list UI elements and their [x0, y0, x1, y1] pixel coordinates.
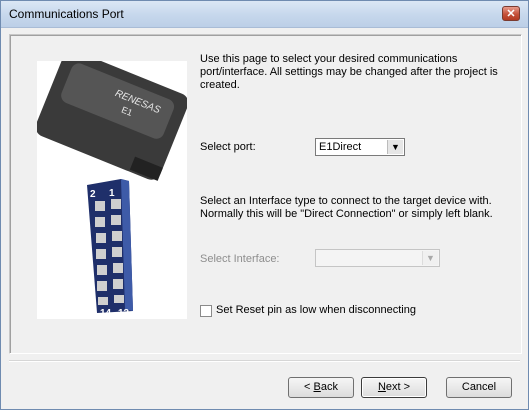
back-prefix: <: [304, 381, 314, 393]
close-icon: ✕: [506, 8, 516, 20]
pin-label-14: 14: [100, 308, 112, 319]
next-label-rest: ext >: [385, 381, 411, 393]
intro-text: Use this page to select your desired com…: [200, 53, 498, 91]
port-select[interactable]: E1Direct ▼: [315, 138, 405, 156]
window-title: Communications Port: [9, 7, 124, 21]
back-label-rest: ack: [320, 381, 338, 393]
e1-device-illustration: RENESAS E1 2 1 14 13: [35, 50, 189, 319]
back-button[interactable]: < Back: [288, 377, 354, 398]
e1-emulator-image: RENESAS E1 2 1 14 13: [35, 50, 189, 319]
close-button[interactable]: ✕: [502, 6, 520, 21]
chevron-down-icon[interactable]: ▼: [422, 251, 438, 265]
cancel-button[interactable]: Cancel: [446, 377, 512, 398]
port-select-value: E1Direct: [319, 141, 362, 153]
chevron-down-icon[interactable]: ▼: [387, 140, 403, 154]
pin-label-13: 13: [118, 308, 130, 319]
communications-port-dialog: Communications Port ✕ RENESAS E1 2 1 14 …: [0, 0, 529, 410]
pin-label-1: 1: [109, 188, 115, 199]
title-bar[interactable]: Communications Port ✕: [1, 1, 528, 28]
next-mnemonic: N: [377, 381, 386, 393]
reset-pin-label[interactable]: Set Reset pin as low when disconnecting: [216, 304, 416, 317]
reset-pin-checkbox[interactable]: [200, 305, 212, 317]
back-mnemonic: B: [313, 381, 321, 393]
pin-label-2: 2: [90, 189, 96, 200]
next-button[interactable]: Next >: [361, 377, 427, 398]
divider: [9, 360, 520, 362]
interface-select[interactable]: ▼: [315, 249, 440, 267]
interface-help-text: Select an Interface type to connect to t…: [200, 195, 493, 220]
select-port-label: Select port:: [200, 141, 256, 153]
select-interface-label: Select Interface:: [200, 253, 280, 265]
